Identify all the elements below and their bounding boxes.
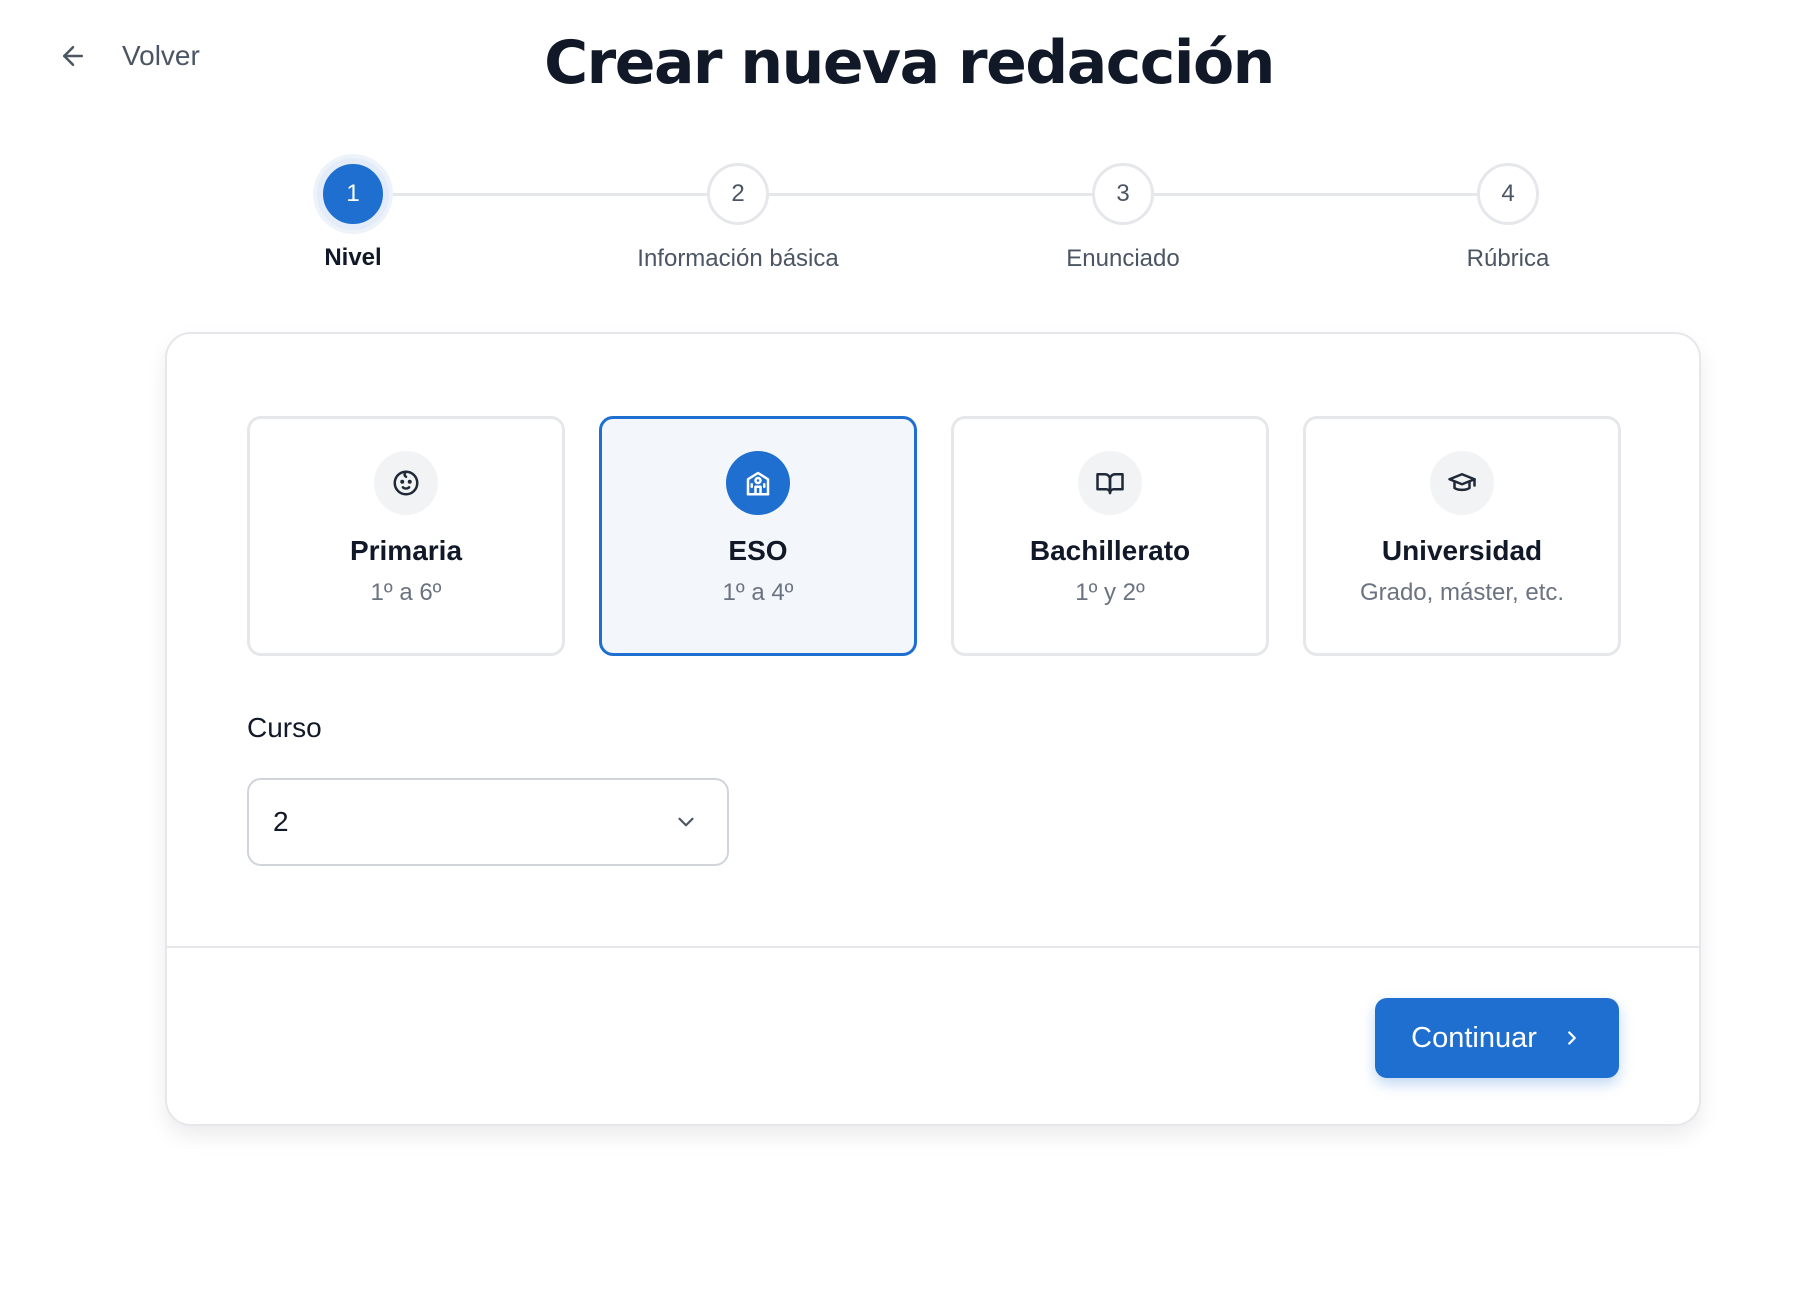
continue-label: Continuar <box>1411 1021 1537 1054</box>
baby-face-icon <box>374 451 438 515</box>
step-number: 2 <box>707 163 769 225</box>
step-label: Enunciado <box>1066 245 1180 272</box>
graduation-cap-icon <box>1430 451 1494 515</box>
page: Volver Crear nueva redacción 1 Nivel 2 I… <box>0 0 1818 1296</box>
level-subtitle: 1º a 6º <box>370 579 442 606</box>
step-rubrica[interactable]: 4 Rúbrica <box>1358 160 1658 273</box>
curso-select-value: 2 <box>273 806 289 837</box>
step-informacion-basica[interactable]: 2 Información básica <box>588 160 888 273</box>
continue-button[interactable]: Continuar <box>1375 998 1619 1078</box>
level-title: ESO <box>728 535 788 566</box>
level-option-primaria[interactable]: Primaria 1º a 6º <box>247 416 565 656</box>
level-options: Primaria 1º a 6º ESO 1º a 4º Bachillerat… <box>247 416 1621 656</box>
level-option-universidad[interactable]: Universidad Grado, máster, etc. <box>1303 416 1621 656</box>
level-subtitle: Grado, máster, etc. <box>1359 579 1565 606</box>
stepper: 1 Nivel 2 Información básica 3 Enunciado… <box>0 158 1818 280</box>
level-title: Universidad <box>1381 535 1543 566</box>
level-card: Primaria 1º a 6º ESO 1º a 4º Bachillerat… <box>165 332 1701 1126</box>
curso-select[interactable]: 2 <box>247 778 729 866</box>
step-number: 3 <box>1092 163 1154 225</box>
step-number: 1 <box>317 158 389 230</box>
school-icon <box>726 451 790 515</box>
step-label: Rúbrica <box>1466 245 1550 272</box>
chevron-right-icon <box>1567 1031 1576 1045</box>
level-option-bachillerato[interactable]: Bachillerato 1º y 2º <box>951 416 1269 656</box>
level-option-eso[interactable]: ESO 1º a 4º <box>599 416 917 656</box>
level-subtitle: 1º a 4º <box>722 579 794 606</box>
stepper-track <box>353 193 1513 196</box>
divider <box>167 946 1699 948</box>
level-title: Bachillerato <box>1029 535 1191 566</box>
step-label: Nivel <box>324 244 382 271</box>
chevron-down-icon <box>678 817 694 827</box>
page-title: Crear nueva redacción <box>544 28 1275 98</box>
level-title: Primaria <box>349 535 463 566</box>
curso-label: Curso <box>247 712 322 743</box>
step-label: Información básica <box>637 245 839 272</box>
book-open-icon <box>1078 451 1142 515</box>
step-number: 4 <box>1477 163 1539 225</box>
step-enunciado[interactable]: 3 Enunciado <box>973 160 1273 273</box>
step-nivel[interactable]: 1 Nivel <box>203 158 503 272</box>
level-subtitle: 1º y 2º <box>1075 579 1145 606</box>
